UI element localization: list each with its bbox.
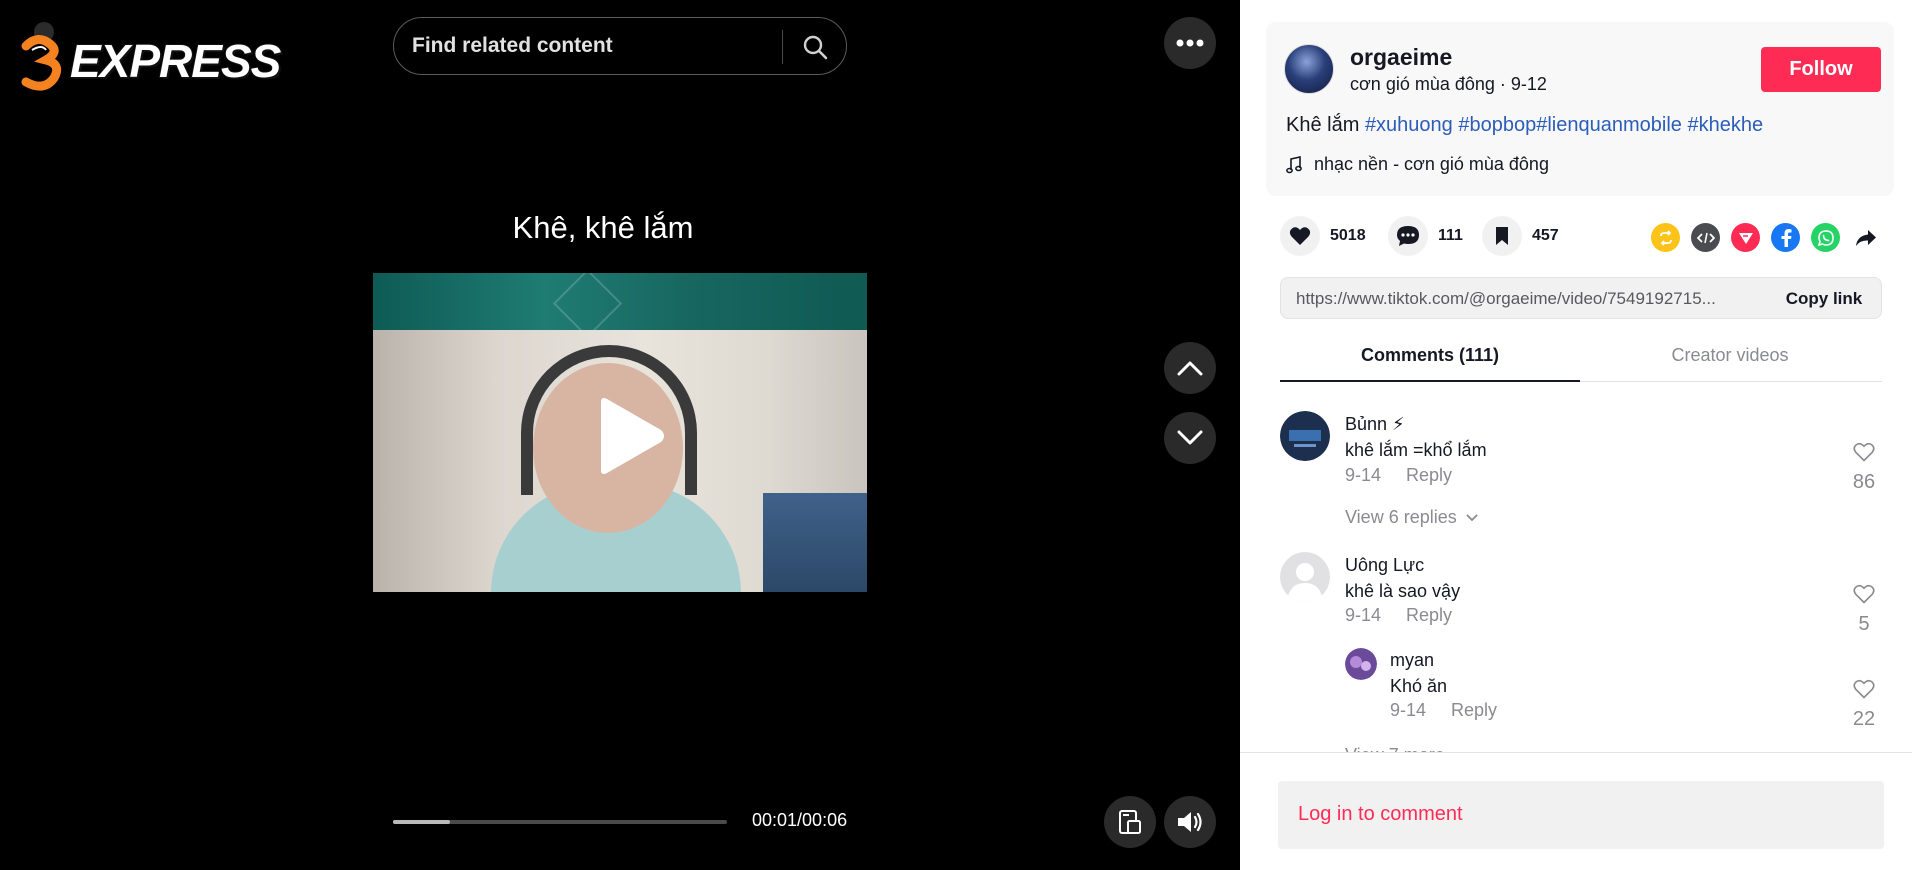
comment-like-count: 86	[1852, 471, 1876, 493]
repost-icon[interactable]	[1651, 223, 1680, 252]
video-player[interactable]	[373, 273, 867, 592]
commenter-avatar[interactable]	[1280, 552, 1330, 602]
comment-bubble-icon	[1388, 216, 1428, 256]
previous-video-button[interactable]	[1164, 342, 1216, 394]
video-scene-banner	[373, 273, 867, 330]
commenter-avatar[interactable]	[1280, 411, 1330, 461]
chevron-down-icon	[1177, 430, 1203, 445]
search-divider	[782, 30, 783, 64]
embed-icon[interactable]	[1691, 223, 1720, 252]
whatsapp-icon[interactable]	[1811, 223, 1840, 252]
copy-link-button[interactable]: Copy link	[1765, 278, 1883, 320]
heart-outline-icon	[1853, 442, 1875, 462]
reply-button[interactable]: Reply	[1451, 700, 1497, 721]
author-name[interactable]: orgaeime	[1350, 44, 1452, 71]
chevron-down-icon	[1466, 513, 1478, 521]
comment-like-button[interactable]: 5	[1844, 584, 1884, 636]
login-to-comment-button[interactable]: Log in to comment	[1278, 781, 1884, 849]
video-area: EXPRESS Khê, khê lắm	[0, 0, 1240, 870]
video-progress-fill	[393, 820, 450, 824]
panel-tabs: Comments (111) Creator videos	[1280, 338, 1882, 382]
music-note-icon	[1286, 155, 1302, 173]
save-button[interactable]: 457	[1482, 216, 1559, 256]
search-button[interactable]	[787, 22, 843, 72]
comment-date: 9-14	[1345, 465, 1382, 485]
comment-like-count: 5	[1858, 613, 1870, 635]
comment-like-button[interactable]: 86	[1844, 442, 1884, 494]
comment-date: 9-14	[1390, 700, 1427, 720]
comment-text: khê là sao vậy	[1345, 581, 1461, 601]
heart-outline-icon	[1853, 679, 1875, 699]
music-link[interactable]: nhạc nền - cơn gió mùa đông	[1286, 154, 1549, 175]
reply-button[interactable]: Reply	[1406, 465, 1452, 486]
hashtag-link[interactable]: #khekhe	[1682, 114, 1763, 136]
like-button[interactable]: 5018	[1280, 216, 1366, 256]
speaker-icon	[1178, 812, 1202, 832]
comment-like-count: 22	[1852, 708, 1876, 730]
hashtag-link[interactable]: #lienquanmobile	[1536, 114, 1682, 136]
hashtag-link[interactable]: #bopbop	[1453, 114, 1536, 136]
reply-button[interactable]: Reply	[1406, 605, 1452, 626]
author-avatar[interactable]	[1284, 44, 1334, 94]
picture-in-picture-button[interactable]	[1104, 796, 1156, 848]
tab-comments[interactable]: Comments (111)	[1280, 338, 1580, 382]
video-caption: Khê, khê lắm	[512, 210, 694, 245]
save-count: 457	[1532, 227, 1559, 244]
video-progress-bar[interactable]	[393, 820, 727, 824]
login-to-comment-label: Log in to comment	[1298, 803, 1463, 825]
search-icon	[803, 35, 828, 60]
share-link-url[interactable]: https://www.tiktok.com/@orgaeime/video/7…	[1296, 289, 1751, 309]
floating-player-icon	[1119, 810, 1141, 834]
share-arrow-icon[interactable]	[1851, 223, 1880, 252]
volume-button[interactable]	[1164, 796, 1216, 848]
commenter-name[interactable]: Bủnn ⚡	[1345, 414, 1405, 435]
video-info-card: orgaeime cơn gió mùa đông · 9-12 Follow …	[1266, 22, 1894, 196]
follow-button[interactable]: Follow	[1761, 47, 1881, 92]
comment-date: 9-14	[1345, 605, 1382, 625]
commenter-avatar[interactable]	[1345, 648, 1377, 680]
send-icon[interactable]	[1731, 223, 1760, 252]
chevron-up-icon	[1177, 361, 1203, 376]
like-count: 5018	[1330, 227, 1366, 244]
music-title: nhạc nền - cơn gió mùa đông	[1314, 154, 1549, 174]
logo-text: EXPRESS	[69, 34, 282, 88]
next-video-button[interactable]	[1164, 412, 1216, 464]
commenter-name[interactable]: Uông Lực	[1345, 555, 1424, 576]
view-replies-label: View 6 replies	[1345, 507, 1457, 527]
search-bar	[393, 17, 847, 75]
search-input[interactable]	[412, 18, 772, 74]
comment-like-button[interactable]: 22	[1844, 679, 1884, 731]
bookmark-icon	[1482, 216, 1522, 256]
play-icon[interactable]	[593, 396, 667, 476]
video-description: Khê lắm #xuhuong #bopbop#lienquanmobile …	[1286, 114, 1763, 137]
commenter-name[interactable]: myan	[1390, 650, 1434, 671]
details-panel: orgaeime cơn gió mùa đông · 9-12 Follow …	[1240, 0, 1912, 870]
hashtag-link[interactable]: #xuhuong	[1365, 114, 1453, 136]
more-dots-icon	[1176, 39, 1204, 47]
heart-icon	[1280, 216, 1320, 256]
video-scene-shelf	[763, 493, 867, 592]
site-logo[interactable]: EXPRESS	[20, 18, 290, 100]
comment-button[interactable]: 111	[1388, 216, 1463, 256]
more-options-button[interactable]	[1164, 17, 1216, 69]
login-bar: Log in to comment	[1240, 752, 1912, 870]
view-replies-button[interactable]: View 6 replies	[1345, 507, 1479, 528]
facebook-icon[interactable]	[1771, 223, 1800, 252]
comment-list[interactable]: Bủnn ⚡ khê lắm =khổ lắm 9-14 Reply 86 Vi…	[1240, 384, 1912, 754]
author-subtitle: cơn gió mùa đông · 9-12	[1350, 74, 1547, 94]
description-text: Khê lắm	[1286, 114, 1365, 136]
comment-text: Khó ăn	[1390, 676, 1448, 696]
comment-count: 111	[1438, 227, 1463, 244]
tab-creator-videos[interactable]: Creator videos	[1580, 338, 1880, 382]
share-link-box: https://www.tiktok.com/@orgaeime/video/7…	[1280, 277, 1882, 319]
comment-text: khê lắm =khổ lắm	[1345, 440, 1487, 460]
heart-outline-icon	[1853, 584, 1875, 604]
video-time: 00:01/00:06	[752, 810, 848, 830]
logo-mark-icon	[21, 22, 62, 91]
